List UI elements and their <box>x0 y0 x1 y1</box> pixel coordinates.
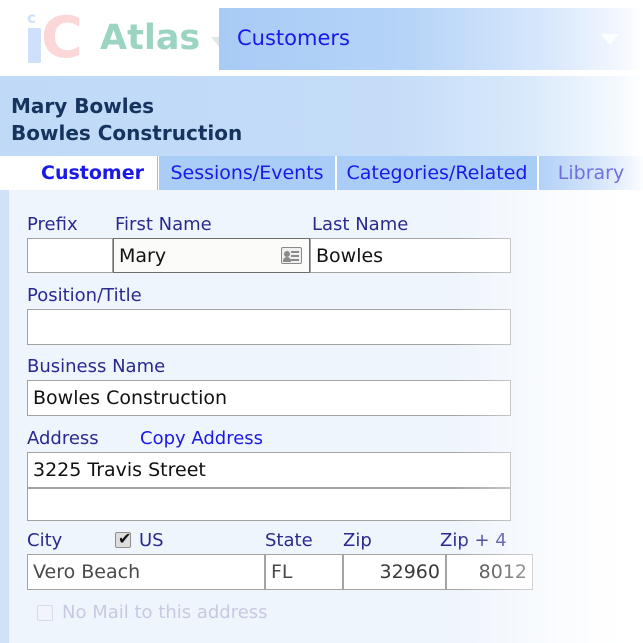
state-input[interactable]: FL <box>265 554 343 590</box>
zip-input[interactable]: 32960 <box>343 554 446 590</box>
position-title-label: Position/Title <box>27 285 142 306</box>
module-selector[interactable]: Customers <box>219 8 643 70</box>
left-rail <box>0 190 9 643</box>
top-brand-bar: c C Atlas Customers <box>0 0 643 76</box>
card-icon-line-1 <box>291 251 299 253</box>
tab-customer[interactable]: Customer <box>27 156 158 190</box>
customer-form: Prefix First Name Last Name Mary Bowles … <box>0 190 643 643</box>
last-name-input[interactable]: Bowles <box>310 238 511 273</box>
prefix-input[interactable] <box>27 238 113 273</box>
card-icon-head <box>284 250 290 257</box>
card-icon-line-2 <box>291 255 299 257</box>
record-business: Bowles Construction <box>11 121 243 145</box>
last-name-label: Last Name <box>312 214 409 235</box>
tab-library[interactable]: Library <box>538 156 643 190</box>
card-icon-body <box>283 257 291 262</box>
no-mail-checkbox[interactable] <box>37 605 53 621</box>
tab-bar: Customer Sessions/Events Categories/Rela… <box>0 156 643 190</box>
tab-label: Sessions/Events <box>170 162 324 184</box>
card-icon-line-3 <box>291 259 299 261</box>
zip-label: Zip <box>343 530 372 551</box>
copy-address-link[interactable]: Copy Address <box>140 428 263 449</box>
city-label: City <box>27 530 63 551</box>
tab-categories-related[interactable]: Categories/Related <box>336 156 538 190</box>
position-title-input[interactable] <box>27 309 511 345</box>
city-input[interactable]: Vero Beach <box>27 554 265 590</box>
logo-i-superscript: c <box>27 9 36 27</box>
address-label: Address <box>27 428 99 449</box>
ic-logo-icon: c C <box>22 9 94 67</box>
state-label: State <box>265 530 313 551</box>
record-name: Mary Bowles <box>11 94 155 118</box>
zip4-label: Zip + 4 <box>440 530 507 551</box>
logo-i-stem <box>28 28 41 63</box>
first-name-label: First Name <box>115 214 212 235</box>
check-icon: ✔ <box>118 529 132 548</box>
app-logo[interactable]: c C Atlas <box>22 8 230 68</box>
zip4-input[interactable]: 8012 <box>446 554 533 590</box>
app-wordmark: Atlas <box>100 18 201 58</box>
logo-c-letter: C <box>41 5 83 71</box>
customer-record-screen: c C Atlas Customers Mary Bowles Bowles C… <box>0 0 643 643</box>
address-line1-input[interactable]: 3225 Travis Street <box>27 452 511 488</box>
module-selector-label: Customers <box>237 26 350 50</box>
address-line2-input[interactable] <box>27 488 511 521</box>
business-name-input[interactable]: Bowles Construction <box>27 380 511 416</box>
tab-sessions-events[interactable]: Sessions/Events <box>158 156 336 190</box>
contact-card-icon[interactable] <box>281 247 302 264</box>
chevron-down-icon[interactable] <box>601 34 619 45</box>
record-header: Mary Bowles Bowles Construction <box>0 76 643 156</box>
tab-label: Categories/Related <box>346 162 528 184</box>
tab-label: Library <box>557 162 625 184</box>
business-name-label: Business Name <box>27 356 166 377</box>
us-label: US <box>139 530 164 551</box>
tab-label: Customer <box>41 162 144 184</box>
us-checkbox[interactable]: ✔ <box>115 529 132 548</box>
prefix-label: Prefix <box>27 214 78 235</box>
no-mail-label: No Mail to this address <box>62 602 268 623</box>
